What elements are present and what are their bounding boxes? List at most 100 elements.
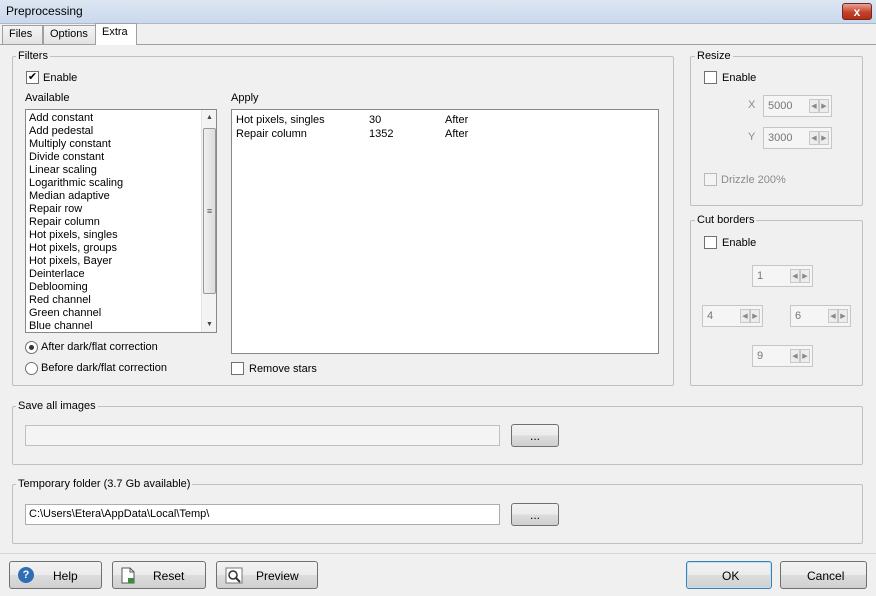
- close-icon: x: [853, 4, 861, 19]
- apply-row-when: After: [445, 128, 469, 140]
- preview-button-label: Preview: [256, 569, 299, 583]
- arrow-right-icon[interactable]: ▶: [750, 309, 760, 323]
- list-item[interactable]: Logarithmic scaling: [27, 177, 200, 190]
- resize-y-spinner[interactable]: 3000 ◀ ▶: [763, 127, 832, 149]
- tab-files-label: Files: [9, 28, 33, 40]
- resize-x-spinner[interactable]: 5000 ◀ ▶: [763, 95, 832, 117]
- cut-right-value: 6: [795, 310, 802, 322]
- resize-y-value: 3000: [768, 132, 793, 144]
- check-icon: ✔: [27, 71, 38, 83]
- list-item[interactable]: Divide constant: [27, 151, 200, 164]
- temp-folder-path-field[interactable]: C:\Users\Etera\AppData\Local\Temp\: [25, 504, 500, 525]
- apply-row-value: 30: [369, 114, 382, 126]
- reset-button[interactable]: Reset: [112, 561, 206, 589]
- list-item[interactable]: Repair column: [27, 216, 200, 229]
- list-item[interactable]: Deinterlace: [27, 268, 200, 281]
- cancel-button[interactable]: Cancel: [780, 561, 867, 589]
- arrow-right-icon[interactable]: ▶: [819, 99, 829, 113]
- ok-button-label: OK: [722, 569, 740, 583]
- remove-stars-label: Remove stars: [249, 363, 317, 375]
- arrow-left-icon[interactable]: ◀: [740, 309, 750, 323]
- apply-filters-list[interactable]: Hot pixels, singles 30 After Repair column 1…: [231, 109, 659, 354]
- grip-icon: ≡: [206, 206, 213, 216]
- tab-files[interactable]: Files: [2, 25, 43, 44]
- arrow-down-icon: ▼: [206, 321, 213, 328]
- available-list-scrollbar[interactable]: ▲ ≡ ▼: [201, 110, 216, 332]
- tab-extra[interactable]: Extra: [95, 23, 137, 45]
- scroll-up-arrow[interactable]: ▲: [202, 110, 216, 125]
- list-item[interactable]: Median adaptive: [27, 190, 200, 203]
- resize-x-label: X: [748, 99, 756, 111]
- table-row[interactable]: Repair column 1352 After: [236, 127, 656, 141]
- resize-x-value: 5000: [768, 100, 793, 112]
- cut-borders-enable-checkbox[interactable]: [704, 236, 717, 249]
- cut-left-spinner[interactable]: 4 ◀ ▶: [702, 305, 763, 327]
- list-item[interactable]: Add constant: [27, 112, 200, 125]
- apply-list-rows: Hot pixels, singles 30 After Repair column 1…: [236, 113, 656, 141]
- list-item[interactable]: Red channel: [27, 294, 200, 307]
- save-all-browse-label: ...: [529, 428, 540, 443]
- radio-before-correction[interactable]: [25, 362, 38, 375]
- cut-bottom-spinner[interactable]: 9 ◀ ▶: [752, 345, 813, 367]
- arrow-left-icon[interactable]: ◀: [790, 269, 800, 283]
- cut-borders-enable-label: Enable: [722, 237, 757, 249]
- cut-right-spinner[interactable]: 6 ◀ ▶: [790, 305, 851, 327]
- apply-row-when: After: [445, 114, 469, 126]
- scroll-thumb[interactable]: ≡: [203, 128, 216, 294]
- arrow-right-icon[interactable]: ▶: [800, 269, 810, 283]
- resize-enable-checkbox[interactable]: [704, 71, 717, 84]
- list-item[interactable]: Linear scaling: [27, 164, 200, 177]
- list-item[interactable]: Green channel: [27, 307, 200, 320]
- cut-bottom-value: 9: [757, 350, 764, 362]
- tab-options[interactable]: Options: [43, 25, 96, 44]
- reset-button-label: Reset: [153, 569, 185, 583]
- reset-document-icon: [121, 567, 135, 587]
- apply-row-name: Repair column: [236, 128, 307, 140]
- title-bar: Preprocessing x: [0, 0, 876, 24]
- save-all-path-field[interactable]: [25, 425, 500, 446]
- help-icon-glyph: ?: [22, 569, 30, 581]
- arrow-right-icon[interactable]: ▶: [800, 349, 810, 363]
- resize-y-label: Y: [748, 131, 756, 143]
- help-button-label: Help: [53, 569, 78, 583]
- ok-button[interactable]: OK: [686, 561, 772, 589]
- list-item[interactable]: Hot pixels, groups: [27, 242, 200, 255]
- cut-top-value: 1: [757, 270, 764, 282]
- temp-folder-browse-button[interactable]: ...: [511, 503, 559, 526]
- table-row[interactable]: Hot pixels, singles 30 After: [236, 113, 656, 127]
- list-item[interactable]: Blue channel: [27, 320, 200, 332]
- arrow-left-icon[interactable]: ◀: [809, 131, 819, 145]
- cut-left-value: 4: [707, 310, 714, 322]
- scroll-down-arrow[interactable]: ▼: [202, 317, 216, 332]
- list-item[interactable]: Deblooming: [27, 281, 200, 294]
- available-label: Available: [25, 92, 70, 104]
- list-item[interactable]: Repair row: [27, 203, 200, 216]
- close-button[interactable]: x: [842, 3, 872, 20]
- radio-after-correction[interactable]: [25, 341, 38, 354]
- list-item[interactable]: Hot pixels, singles: [27, 229, 200, 242]
- radio-selected-dot: [29, 345, 34, 350]
- arrow-left-icon[interactable]: ◀: [809, 99, 819, 113]
- remove-stars-checkbox[interactable]: [231, 362, 244, 375]
- preview-button[interactable]: Preview: [216, 561, 318, 589]
- cut-top-spinner[interactable]: 1 ◀ ▶: [752, 265, 813, 287]
- resize-enable-label: Enable: [722, 72, 757, 84]
- arrow-left-icon[interactable]: ◀: [828, 309, 838, 323]
- tab-extra-label: Extra: [102, 26, 128, 38]
- available-list-items: Add constant Add pedestal Multiply constan…: [27, 112, 200, 332]
- temp-folder-legend: Temporary folder (3.7 Gb available): [16, 478, 193, 490]
- drizzle-checkbox[interactable]: [704, 173, 717, 186]
- list-item[interactable]: Multiply constant: [27, 138, 200, 151]
- arrow-right-icon[interactable]: ▶: [838, 309, 848, 323]
- help-button[interactable]: ? Help: [9, 561, 102, 589]
- apply-row-name: Hot pixels, singles: [236, 114, 325, 126]
- arrow-left-icon[interactable]: ◀: [790, 349, 800, 363]
- available-filters-list[interactable]: Add constant Add pedestal Multiply constan…: [25, 109, 217, 333]
- arrow-right-icon[interactable]: ▶: [819, 131, 829, 145]
- resize-legend: Resize: [695, 50, 733, 62]
- filters-enable-checkbox[interactable]: ✔: [26, 71, 39, 84]
- list-item[interactable]: Hot pixels, Bayer: [27, 255, 200, 268]
- list-item[interactable]: Add pedestal: [27, 125, 200, 138]
- save-all-browse-button[interactable]: ...: [511, 424, 559, 447]
- preview-magnifier-icon: [225, 567, 243, 587]
